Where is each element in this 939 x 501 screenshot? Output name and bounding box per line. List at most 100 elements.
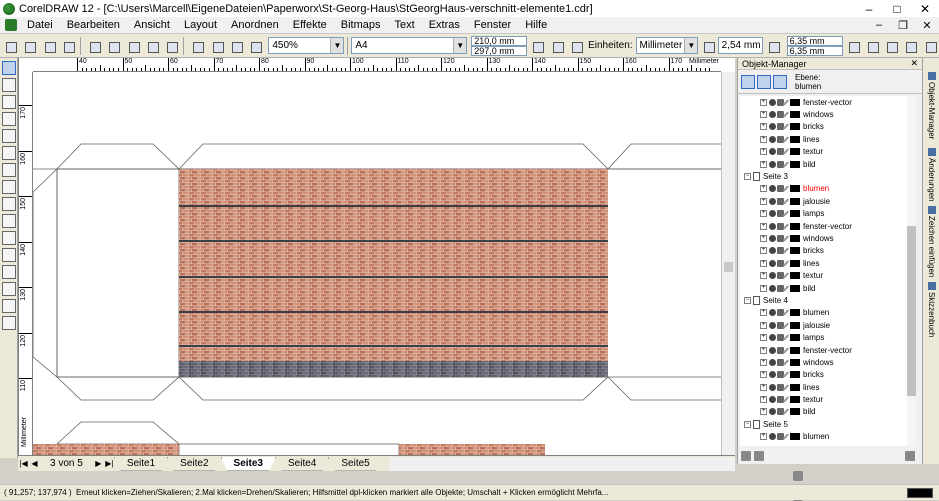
layer-color-swatch[interactable] (790, 234, 800, 242)
menu-layout[interactable]: Layout (177, 19, 224, 31)
expand-icon[interactable]: + (760, 309, 767, 317)
tree-scrollbar[interactable] (907, 96, 916, 446)
edit-across-layers-icon[interactable] (757, 74, 771, 89)
tab-seite3[interactable]: Seite3 (220, 456, 276, 471)
landscape-icon[interactable] (549, 38, 564, 54)
minimize-button[interactable]: – (855, 2, 883, 16)
tree-page-node[interactable]: − Seite 5 (740, 418, 915, 430)
rectangle-tool-icon[interactable] (2, 163, 16, 177)
fill-tool-icon[interactable] (2, 299, 16, 313)
tree-layer-node[interactable]: + blumen (740, 431, 915, 443)
smart-fill-tool-icon[interactable] (2, 146, 16, 160)
object-tree[interactable]: + fenster-vector + windows + bricks + lines + tex… (740, 96, 915, 446)
tree-layer-node[interactable]: + lines (740, 133, 915, 145)
horizontal-scrollbar[interactable] (388, 456, 735, 471)
new-icon[interactable] (2, 38, 18, 54)
expand-icon[interactable]: + (760, 185, 767, 193)
collapse-icon[interactable]: − (744, 173, 751, 181)
chevron-down-icon[interactable]: ▼ (330, 38, 344, 53)
layer-color-swatch[interactable] (790, 148, 800, 156)
expand-icon[interactable]: + (760, 135, 767, 143)
units-select[interactable]: Millimeter ▼ (635, 37, 699, 54)
pick-tool-icon[interactable] (2, 61, 16, 75)
application-launcher-icon[interactable] (228, 38, 244, 54)
page-height-field[interactable]: 297,0 mm (471, 45, 528, 56)
menu-anordnen[interactable]: Anordnen (224, 19, 286, 31)
expand-icon[interactable]: + (760, 222, 767, 230)
layer-color-swatch[interactable] (790, 383, 800, 391)
duplicate-x-field[interactable]: 6,35 mm (786, 35, 843, 46)
expand-icon[interactable]: + (760, 383, 767, 391)
collapse-icon[interactable]: − (744, 296, 751, 304)
eye-icon[interactable] (769, 98, 776, 106)
eye-icon[interactable] (769, 396, 776, 404)
corel-online-icon[interactable] (247, 38, 263, 54)
tree-layer-node[interactable]: + windows (740, 108, 915, 120)
freehand-tool-icon[interactable] (2, 129, 16, 143)
expand-icon[interactable]: + (760, 284, 767, 292)
tree-layer-node[interactable]: + bricks (740, 245, 915, 257)
open-icon[interactable] (21, 38, 37, 54)
dynamic-guides-icon[interactable] (902, 38, 918, 54)
document-icon[interactable] (5, 19, 17, 31)
save-icon[interactable] (41, 38, 56, 54)
expand-icon[interactable]: + (760, 210, 767, 218)
expand-icon[interactable]: + (760, 321, 767, 329)
tab-seite1[interactable]: Seite1 (113, 456, 169, 471)
redo-icon[interactable] (163, 38, 179, 54)
tree-layer-node[interactable]: + lamps (740, 331, 915, 343)
chevron-down-icon[interactable]: ▼ (453, 38, 467, 53)
tab-aenderungen[interactable]: Änderungen (924, 148, 939, 202)
outline-color-swatch[interactable] (907, 487, 933, 498)
layer-color-swatch[interactable] (790, 222, 800, 230)
tree-layer-node[interactable]: + fenster-vector (740, 220, 915, 232)
tab-objekt-manager[interactable]: Objekt-Manager (924, 72, 939, 139)
tree-layer-node[interactable]: + bricks (740, 369, 915, 381)
layer-color-swatch[interactable] (790, 396, 800, 404)
print-icon[interactable] (60, 38, 76, 54)
previous-page-icon[interactable]: ◀ (29, 459, 40, 468)
tab-seite4[interactable]: Seite4 (275, 456, 330, 471)
tree-layer-node[interactable]: + textur (740, 146, 915, 158)
portrait-icon[interactable] (529, 38, 545, 54)
menu-datei[interactable]: Datei (20, 19, 60, 31)
expand-icon[interactable]: + (760, 358, 767, 366)
tab-seite2[interactable]: Seite2 (167, 456, 222, 471)
eye-icon[interactable] (769, 197, 776, 205)
horizontal-ruler[interactable]: Millimeter 40 50 60 70 80 90 100 110 120 130 140 15… (33, 58, 721, 72)
menu-fenster[interactable]: Fenster (467, 19, 518, 31)
vertical-ruler[interactable]: 170 160 150 140 130 120 110 Millimeter (19, 72, 33, 455)
scrollbar-thumb[interactable] (907, 226, 916, 396)
snap-icon[interactable] (864, 38, 880, 54)
eye-icon[interactable] (769, 135, 776, 143)
close-button[interactable]: ✕ (911, 2, 939, 16)
expand-icon[interactable]: + (760, 247, 767, 255)
eye-icon[interactable] (769, 371, 776, 379)
layer-color-swatch[interactable] (790, 98, 800, 106)
show-properties-icon[interactable] (741, 74, 755, 89)
layer-color-swatch[interactable] (790, 408, 800, 416)
expand-icon[interactable]: + (760, 259, 767, 267)
basic-shapes-tool-icon[interactable] (2, 214, 16, 228)
new-layer-icon[interactable] (741, 451, 751, 461)
tree-layer-node[interactable]: + lines (740, 381, 915, 393)
eye-icon[interactable] (769, 259, 776, 267)
tree-page-node[interactable]: − Seite 3 (740, 170, 915, 182)
expand-icon[interactable]: + (760, 160, 767, 168)
last-page-icon[interactable]: ▶| (104, 459, 115, 468)
menu-extras[interactable]: Extras (422, 19, 467, 31)
eye-icon[interactable] (769, 272, 776, 280)
menu-bitmaps[interactable]: Bitmaps (334, 19, 388, 31)
guidelines-icon[interactable] (883, 38, 899, 54)
layer-color-swatch[interactable] (790, 259, 800, 267)
layer-color-swatch[interactable] (790, 371, 800, 379)
copy-icon[interactable] (105, 38, 121, 54)
zoom-select[interactable]: 450% ▼ (268, 37, 345, 54)
tree-layer-node[interactable]: + jalousie (740, 195, 915, 207)
new-master-layer-icon[interactable] (754, 451, 764, 461)
delete-icon[interactable] (905, 451, 915, 461)
expand-icon[interactable]: + (760, 111, 767, 119)
tree-layer-node[interactable]: + windows (740, 356, 915, 368)
zoom-tool-icon[interactable] (2, 112, 16, 126)
tree-layer-node[interactable]: + fenster-vector (740, 344, 915, 356)
